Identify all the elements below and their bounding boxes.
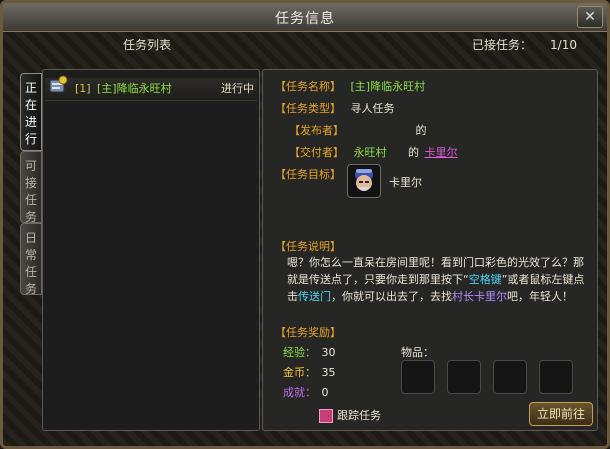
quest-name-row: 【任务名称】 [主]降临永旺村: [275, 78, 425, 94]
tab-char: 进: [24, 115, 37, 129]
exp-value: 30: [321, 346, 336, 359]
reward-item-slot[interactable]: [401, 360, 435, 394]
tab-char: 常: [24, 248, 37, 262]
name-value: [主]降临永旺村: [350, 80, 426, 93]
tab-in-progress[interactable]: 正 在 进 行: [20, 73, 42, 151]
tab-char: 在: [24, 98, 37, 112]
quest-list-item[interactable]: [1] [主]降临永旺村 进行中: [45, 75, 257, 101]
quest-index: [1]: [75, 82, 91, 95]
target-npc-row: 卡里尔: [389, 174, 422, 190]
deliver-row: 【交付者】 永旺村 的 卡里尔: [289, 144, 458, 160]
target-npc: 卡里尔: [389, 176, 422, 189]
tab-char: 正: [24, 81, 37, 95]
accepted-label: 已接任务：: [472, 38, 533, 52]
accepted-value: 1/10: [550, 38, 577, 52]
reward-item-slot[interactable]: [493, 360, 527, 394]
tab-char: 日: [24, 231, 37, 245]
track-quest-toggle[interactable]: 跟踪任务: [319, 407, 381, 423]
reward-item-slot[interactable]: [447, 360, 481, 394]
desc-key-highlight: 空格键: [468, 273, 502, 286]
tab-char: 任: [24, 265, 37, 279]
deliver-label: 【交付者】: [289, 146, 344, 159]
gold-row: 金币： 35: [283, 364, 336, 380]
type-label: 【任务类型】: [275, 102, 341, 115]
accepted-count: 已接任务： 1/10: [472, 36, 577, 53]
tab-char: 任: [24, 193, 37, 207]
reward-label-row: 【任务奖励】: [275, 324, 341, 340]
quest-scroll-icon: [49, 75, 68, 93]
deliver-place: 永旺村: [353, 146, 387, 159]
exp-label: 经验：: [283, 346, 316, 359]
npc-portrait-icon: [355, 169, 373, 191]
sub-header: 任务列表 已接任务： 1/10: [7, 33, 603, 55]
tab-available[interactable]: 可 接 任 务: [20, 151, 42, 224]
desc-label-row: 【任务说明】: [275, 238, 341, 254]
deliver-mid: 的: [408, 146, 419, 159]
publisher-suffix: 的: [415, 124, 427, 137]
npc-portrait[interactable]: [347, 164, 381, 198]
items-label: 物品：: [401, 346, 434, 359]
quest-list-panel: [1] [主]降临永旺村 进行中: [42, 69, 260, 431]
gold-value: 35: [321, 366, 336, 379]
tab-char: 接: [24, 176, 37, 190]
title-bar: 任务信息 ✕: [3, 3, 607, 32]
exp-row: 经验： 30: [283, 344, 336, 360]
desc-label: 【任务说明】: [275, 240, 341, 253]
name-label: 【任务名称】: [275, 80, 341, 93]
quest-type-row: 【任务类型】 寻人任务: [275, 100, 395, 116]
tab-daily[interactable]: 日 常 任 务: [20, 223, 42, 296]
close-button[interactable]: ✕: [577, 6, 603, 28]
track-checkbox[interactable]: [319, 409, 333, 423]
ach-label: 成就：: [283, 386, 316, 399]
desc-npc-highlight: 村长卡里尔: [452, 290, 507, 303]
quest-detail-panel: 【任务名称】 [主]降临永旺村 【任务类型】 寻人任务 【发布者】 的 【交付者…: [262, 69, 598, 431]
ach-value: 0: [321, 386, 329, 399]
window-title: 任务信息: [275, 11, 335, 27]
desc-text: ，你就可以出去了，去找: [331, 290, 452, 303]
publisher-row: 【发布者】 的: [289, 122, 427, 138]
reward-label: 【任务奖励】: [275, 326, 341, 339]
target-label: 【任务目标】: [275, 168, 341, 181]
tab-char: 务: [24, 282, 37, 296]
publisher-label: 【发布者】: [289, 124, 344, 137]
quest-window: 任务信息 ✕ 任务列表 已接任务： 1/10 正 在 进 行 可 接 任 务 日 …: [0, 0, 610, 449]
tab-char: 可: [24, 159, 37, 173]
target-row: 【任务目标】: [275, 166, 341, 182]
deliver-npc-link[interactable]: 卡里尔: [425, 146, 458, 159]
quest-list-title: 任务列表: [123, 38, 172, 52]
quest-description: 嗯？你怎么一直呆在房间里呢！看到门口彩色的光效了么？那就是传送点了，只要你走到那…: [287, 254, 587, 305]
go-now-button[interactable]: 立即前往: [529, 402, 593, 426]
desc-text: 吧，年轻人！: [507, 290, 573, 303]
gold-label: 金币：: [283, 366, 316, 379]
ach-row: 成就： 0: [283, 384, 329, 400]
quest-name: [主]降临永旺村: [97, 82, 172, 95]
track-label: 跟踪任务: [337, 409, 381, 422]
reward-item-slot[interactable]: [539, 360, 573, 394]
type-value: 寻人任务: [350, 102, 395, 115]
tab-char: 行: [24, 132, 37, 146]
desc-portal-highlight: 传送门: [298, 290, 331, 303]
quest-status: 进行中: [221, 82, 254, 95]
